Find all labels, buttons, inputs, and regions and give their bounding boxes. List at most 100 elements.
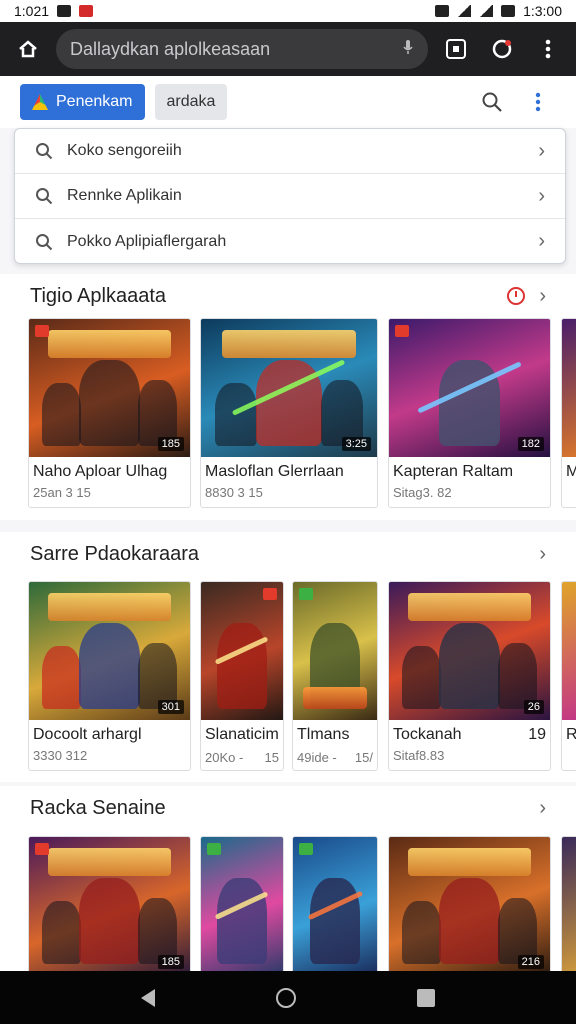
rating-badge: 3:25 [341,437,371,451]
game-thumbnail: 182 [389,319,550,457]
game-thumbnail [293,582,377,720]
section-header: Racka Senaine › [0,786,576,830]
app-meta-left: 49ide - [297,750,337,765]
app-meta: 8830 3 15 [205,485,263,500]
game-thumbnail: 3:25 [201,319,377,457]
chevron-right-icon: › [538,230,545,252]
app-name: Naho Aploar Ulhag [33,463,168,480]
game-thumbnail: 185 [29,837,190,971]
search-icon [36,143,53,160]
app-name-row: Tockanah 19 [389,720,550,744]
chevron-right-icon: › [538,184,545,207]
app-name: Kapteran Raltam [393,463,514,480]
app-card[interactable] [200,836,284,971]
app-rank: 19 [528,726,546,743]
game-thumbnail [562,582,576,720]
section-title: Sarre Pdaokaraara [30,542,199,565]
app-card[interactable]: 216 [388,836,551,971]
game-thumbnail: 185 [29,319,190,457]
app-card[interactable]: 3:25 Masloflan Glerrlaan 8830 3 15 [200,318,378,508]
app-meta: 49ide - 15/ [293,744,377,765]
app-section-3: Racka Senaine › 185 216 [0,786,576,971]
app-section-1: Tigio Aplkaaata › 185 Naho Aploar Ulhag … [0,274,576,520]
rating-badge: 301 [157,700,184,714]
mic-icon[interactable] [402,39,414,60]
notification-icon [57,5,72,17]
tag-icon [263,588,277,600]
suggestion-text: Rennke Aplikain [67,187,182,204]
app-name: Masloflan Glerrlaan [205,463,344,480]
search-suggestions: Koko sengoreiih › Rennke Aplikain › Pokk… [14,128,566,264]
suggestion-item[interactable]: Pokko Aplipiaflergarah › [15,219,565,264]
suggestion-item[interactable]: Rennke Aplikain › [15,174,565,219]
app-card[interactable]: 182 Kapteran Raltam Sitag3. 82 [388,318,551,508]
suggestion-text: Pokko Aplipiaflergarah [67,232,227,250]
card-row: 301 Docoolt arhargl 3330 312 Slanaticim … [28,581,576,771]
app-name: Slanaticim [205,726,279,743]
card-row: 185 216 [28,836,576,971]
app-card[interactable] [292,836,378,971]
app-card[interactable]: 26 Tockanah 19 Sitaf8.83 [388,581,551,771]
game-thumbnail [201,837,283,971]
signal-icon [479,5,494,17]
app-meta: Sitag3. 82 [393,485,452,500]
history-icon[interactable] [507,287,526,305]
primary-button[interactable]: Penenkam [20,84,145,120]
suggestion-item[interactable]: Koko sengoreiih › [15,129,565,174]
status-right: 1:3:00 [435,3,562,19]
game-thumbnail [562,319,576,457]
rating-badge: 26 [523,700,544,714]
game-thumbnail: 216 [389,837,550,971]
filter-chip-label: ardaka [166,93,216,110]
app-name: Docoolt arhargl [33,726,142,743]
chevron-right-icon[interactable]: › [539,543,546,566]
chevron-right-icon[interactable]: › [539,285,546,308]
status-left: 1:021 [14,3,94,19]
rating-badge: 216 [517,955,544,969]
alarm-icon [435,5,450,17]
tag-icon [35,843,49,855]
home-circle-icon[interactable] [275,987,296,1008]
recents-icon[interactable] [417,988,436,1007]
app-card[interactable]: Ri [561,581,576,771]
app-meta: 3330 312 [33,748,88,763]
section-title: Tigio Aplkaaata [30,284,167,307]
overflow-menu-icon[interactable] [530,31,566,67]
section-title: Racka Senaine [30,796,166,819]
back-icon[interactable] [140,988,155,1007]
app-name: Ri [562,720,576,744]
home-icon[interactable] [10,31,46,67]
primary-button-label: Penenkam [56,93,133,110]
app-name: M [562,457,576,481]
card-row: 185 Naho Aploar Ulhag 25an 3 15 3:25 Mas… [28,318,576,508]
game-thumbnail [293,837,377,971]
more-options-icon[interactable] [520,84,556,120]
app-meta-left: 20Ko - [205,750,244,765]
status-time-right: 1:3:00 [523,3,562,19]
filter-chip[interactable]: ardaka [154,84,228,120]
search-icon[interactable] [474,84,510,120]
game-thumbnail: 301 [29,582,190,720]
app-meta: 20Ko - 15 [201,744,283,765]
app-card[interactable]: 185 [28,836,191,971]
app-card[interactable]: 301 Docoolt arhargl 3330 312 [28,581,191,771]
app-card[interactable]: Slanaticim 20Ko - 15 [200,581,284,771]
address-bar-text: Dallaydkan aplolkeasaan [70,38,271,59]
store-header: Penenkam ardaka [0,76,576,128]
tab-switcher-button[interactable] [438,31,474,67]
app-card[interactable]: Tlmans 49ide - 15/ [292,581,378,771]
app-card[interactable]: 185 Naho Aploar Ulhag 25an 3 15 [28,318,191,508]
app-card[interactable] [561,836,576,971]
app-card[interactable]: M [561,318,576,508]
suggestion-text: Koko sengoreiih [67,142,182,159]
web-page: Penenkam ardaka Koko sengoreiih › Rennke… [0,76,576,971]
chevron-right-icon[interactable]: › [539,797,546,820]
tag-icon [35,325,49,337]
chevron-right-icon: › [538,139,545,162]
account-icon[interactable] [484,31,520,67]
app-name: Tlmans [297,726,350,743]
status-time-left: 1:021 [14,3,50,19]
store-logo-icon [32,94,48,110]
address-bar[interactable]: Dallaydkan aplolkeasaan [56,29,428,69]
app-section-2: Sarre Pdaokaraara › 301 Docoolt arhargl … [0,532,576,782]
